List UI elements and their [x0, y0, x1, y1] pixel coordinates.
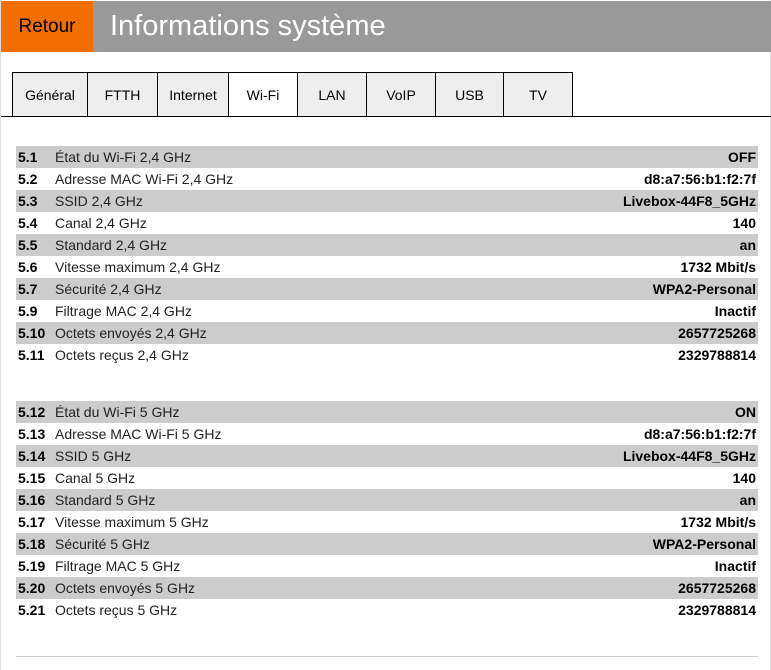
info-row: 5.5 Standard 2,4 GHz an	[16, 234, 758, 256]
tab-usb[interactable]: USB	[436, 72, 504, 117]
row-number: 5.9	[18, 303, 38, 319]
row-value: 2657725268	[678, 580, 756, 596]
row-number: 5.7	[18, 281, 38, 297]
row-value: d8:a7:56:b1:f2:7f	[643, 171, 756, 187]
row-value: 140	[732, 470, 756, 486]
row-number: 5.19	[18, 558, 46, 574]
row-label: Adresse MAC Wi-Fi 2,4 GHz	[55, 171, 234, 187]
row-number: 5.18	[18, 536, 46, 552]
row-label: Vitesse maximum 2,4 GHz	[55, 259, 221, 275]
row-number: 5.12	[18, 404, 46, 420]
row-value: Livebox-44F8_5GHz	[622, 448, 756, 464]
wifi-5-group: 5.12 État du Wi-Fi 5 GHz ON 5.13 Adresse MAC…	[16, 401, 758, 621]
info-row: 5.18 Sécurité 5 GHz WPA2-Personal	[16, 533, 758, 555]
info-row: 5.4 Canal 2,4 GHz 140	[16, 212, 758, 234]
row-label: État du Wi-Fi 2,4 GHz	[55, 149, 192, 165]
row-number: 5.14	[18, 448, 46, 464]
row-label: Vitesse maximum 5 GHz	[55, 514, 209, 530]
info-row: 5.1 État du Wi-Fi 2,4 GHz OFF	[16, 146, 758, 168]
row-number: 5.5	[18, 237, 38, 253]
row-label: Octets envoyés 5 GHz	[55, 580, 196, 596]
page-title: Informations système	[110, 10, 386, 42]
tab-tv[interactable]: TV	[504, 72, 573, 117]
tab-ftth[interactable]: FTTH	[88, 72, 158, 117]
row-number: 5.4	[18, 215, 38, 231]
row-number: 5.3	[18, 193, 38, 209]
tab-internet[interactable]: Internet	[158, 72, 229, 117]
info-row: 5.9 Filtrage MAC 2,4 GHz Inactif	[16, 300, 758, 322]
row-value: WPA2-Personal	[652, 281, 756, 297]
row-value: 1732 Mbit/s	[680, 259, 756, 275]
row-label: Octets reçus 2,4 GHz	[55, 347, 189, 363]
tab-lan[interactable]: LAN	[298, 72, 367, 117]
info-row: 5.17 Vitesse maximum 5 GHz 1732 Mbit/s	[16, 511, 758, 533]
row-label: Sécurité 5 GHz	[55, 536, 150, 552]
row-value: an	[739, 492, 756, 508]
row-number: 5.11	[18, 347, 45, 363]
row-number: 5.20	[18, 580, 46, 596]
row-number: 5.13	[18, 426, 46, 442]
back-button[interactable]: Retour	[1, 1, 93, 52]
row-label: Sécurité 2,4 GHz	[55, 281, 162, 297]
info-row: 5.13 Adresse MAC Wi-Fi 5 GHz d8:a7:56:b1:f…	[16, 423, 758, 445]
row-label: Filtrage MAC 5 GHz	[55, 558, 181, 574]
row-label: État du Wi-Fi 5 GHz	[55, 404, 180, 420]
row-value: 140	[732, 215, 756, 231]
row-label: Standard 2,4 GHz	[55, 237, 168, 253]
row-number: 5.1	[18, 149, 38, 165]
row-value: an	[739, 237, 756, 253]
bottom-divider	[16, 656, 758, 657]
info-row: 5.20 Octets envoyés 5 GHz 2657725268	[16, 577, 758, 599]
row-label: Octets reçus 5 GHz	[55, 602, 178, 618]
row-label: Canal 2,4 GHz	[55, 215, 147, 231]
info-row: 5.16 Standard 5 GHz an	[16, 489, 758, 511]
row-value: 2657725268	[678, 325, 756, 341]
tab-wi-fi[interactable]: Wi-Fi	[229, 72, 298, 117]
tab-g-n-ral[interactable]: Général	[12, 72, 88, 117]
row-label: SSID 5 GHz	[55, 448, 132, 464]
row-value: ON	[735, 404, 756, 420]
row-value: Inactif	[714, 558, 756, 574]
row-number: 5.10	[18, 325, 46, 341]
row-label: Filtrage MAC 2,4 GHz	[55, 303, 192, 319]
row-value: 2329788814	[678, 602, 756, 618]
wifi-24-group: 5.1 État du Wi-Fi 2,4 GHz OFF 5.2 Adresse MA…	[16, 146, 758, 366]
info-row: 5.2 Adresse MAC Wi-Fi 2,4 GHz d8:a7:56:b1:…	[16, 168, 758, 190]
tab-bar: Général FTTH Internet Wi-Fi LAN VoIP USB TV	[12, 72, 573, 117]
info-row: 5.15 Canal 5 GHz 140	[16, 467, 758, 489]
row-label: SSID 2,4 GHz	[55, 193, 143, 209]
info-row: 5.12 État du Wi-Fi 5 GHz ON	[16, 401, 758, 423]
info-row: 5.7 Sécurité 2,4 GHz WPA2-Personal	[16, 278, 758, 300]
row-number: 5.6	[18, 259, 38, 275]
info-row: 5.3 SSID 2,4 GHz Livebox-44F8_5GHz	[16, 190, 758, 212]
row-label: Adresse MAC Wi-Fi 5 GHz	[55, 426, 222, 442]
tab-voip[interactable]: VoIP	[367, 72, 436, 117]
row-label: Octets envoyés 2,4 GHz	[55, 325, 207, 341]
row-value: OFF	[728, 149, 756, 165]
row-value: 2329788814	[678, 347, 756, 363]
info-row: 5.10 Octets envoyés 2,4 GHz 2657725268	[16, 322, 758, 344]
row-number: 5.15	[18, 470, 46, 486]
row-value: Inactif	[714, 303, 756, 319]
row-value: d8:a7:56:b1:f2:7f	[643, 426, 756, 442]
info-row: 5.14 SSID 5 GHz Livebox-44F8_5GHz	[16, 445, 758, 467]
row-value: Livebox-44F8_5GHz	[622, 193, 756, 209]
row-value: 1732 Mbit/s	[680, 514, 756, 530]
row-number: 5.16	[18, 492, 46, 508]
row-label: Canal 5 GHz	[55, 470, 136, 486]
row-number: 5.17	[18, 514, 46, 530]
info-row: 5.6 Vitesse maximum 2,4 GHz 1732 Mbit/s	[16, 256, 758, 278]
row-value: WPA2-Personal	[652, 536, 756, 552]
header-bar: Retour Informations système	[1, 1, 771, 52]
tab-divider	[1, 116, 771, 117]
info-row: 5.11 Octets reçus 2,4 GHz 2329788814	[16, 344, 758, 366]
info-row: 5.19 Filtrage MAC 5 GHz Inactif	[16, 555, 758, 577]
row-number: 5.21	[18, 602, 46, 618]
row-label: Standard 5 GHz	[55, 492, 156, 508]
info-row: 5.21 Octets reçus 5 GHz 2329788814	[16, 599, 758, 621]
row-number: 5.2	[18, 171, 38, 187]
